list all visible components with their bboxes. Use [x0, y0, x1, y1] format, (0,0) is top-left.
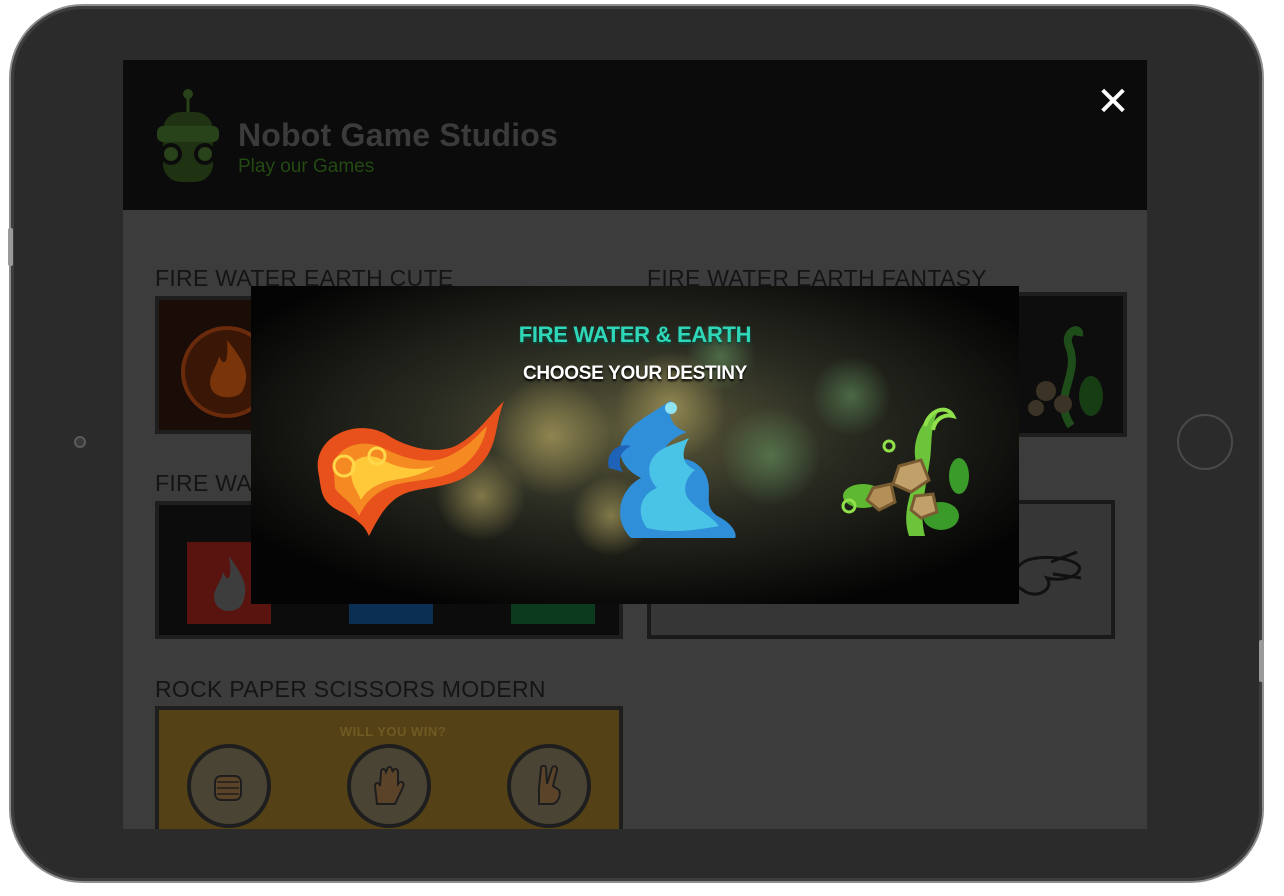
volume-button	[8, 228, 13, 266]
robot-logo-icon	[157, 89, 219, 182]
game-title-rps-modern: ROCK PAPER SCISSORS MODERN	[155, 676, 546, 702]
game-popup[interactable]: FIRE WATER & EARTH CHOOSE YOUR DESTINY	[251, 286, 1019, 604]
side-button	[1259, 640, 1264, 682]
peace-hand-icon	[538, 764, 561, 805]
fist-icon	[214, 775, 242, 801]
app-header: Nobot Game Studios Play our Games ✕	[123, 60, 1147, 210]
fire-swirl-icon[interactable]	[299, 396, 509, 541]
studio-subtitle: Play our Games	[238, 156, 375, 177]
paper-button[interactable]	[347, 744, 431, 828]
popup-title: FIRE WATER & EARTH	[518, 322, 752, 347]
earth-vine-icon[interactable]	[829, 396, 974, 541]
close-button[interactable]: ✕	[1093, 82, 1133, 122]
rps-banner: WILL YOU WIN?	[339, 724, 447, 739]
scissors-button[interactable]	[507, 744, 591, 828]
home-button[interactable]	[1177, 414, 1233, 470]
game-title-modern: FIRE WAT	[155, 470, 265, 496]
popup-subtitle: CHOOSE YOUR DESTINY	[522, 363, 748, 384]
open-hand-icon	[373, 766, 405, 805]
game-tile-rps-modern[interactable]: WILL YOU WIN?	[155, 706, 623, 829]
rock-button[interactable]	[187, 744, 271, 828]
studio-title: Nobot Game Studios	[238, 117, 559, 153]
water-wave-icon[interactable]	[601, 398, 741, 540]
front-camera	[74, 436, 86, 448]
